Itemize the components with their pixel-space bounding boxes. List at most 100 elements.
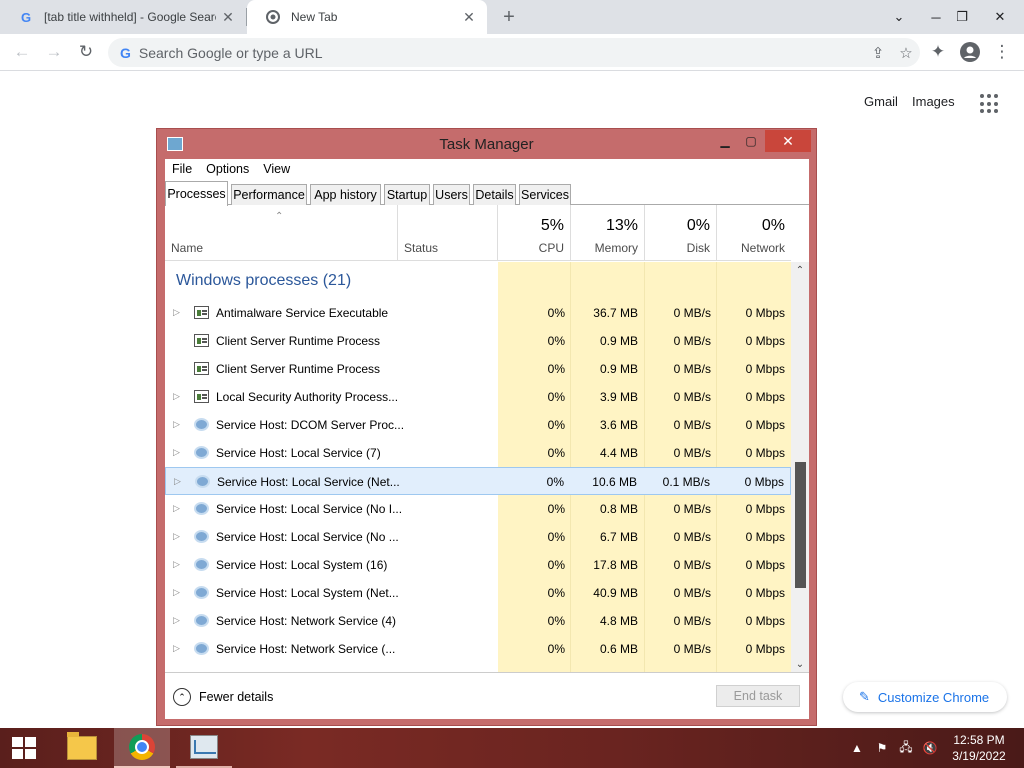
reload-icon[interactable]: ↻ <box>73 39 99 65</box>
process-cpu: 0% <box>547 418 565 432</box>
column-name[interactable]: ⌃ Name <box>165 205 398 261</box>
tray-overflow-icon[interactable]: ▲ <box>848 728 866 768</box>
process-disk: 0 MB/s <box>673 586 711 600</box>
customize-chrome-button[interactable]: ✎ Customize Chrome <box>843 682 1007 712</box>
tab-bar: Processes Performance App history Startu… <box>165 181 809 206</box>
system-clock[interactable]: 12:58 PM 3/19/2022 <box>944 732 1014 764</box>
omnibox-input[interactable] <box>138 44 864 61</box>
end-task-button[interactable]: End task <box>716 685 800 707</box>
process-row[interactable]: ▷ Service Host: Local System (16) 0% 17.8 M… <box>165 551 791 579</box>
column-label: CPU <box>538 241 564 255</box>
process-row[interactable]: ▷ Service Host: Local Service (No I... 0% 0… <box>165 495 791 523</box>
tab-search[interactable]: G [tab title withheld] - Google Search ✕ <box>0 0 246 34</box>
taskbar-task-manager[interactable] <box>176 728 232 768</box>
process-row[interactable]: ▷ Local Security Authority Process... 0% 3.… <box>165 383 791 411</box>
tab-users[interactable]: Users <box>433 184 470 205</box>
back-arrow-icon[interactable]: ← <box>9 39 35 65</box>
process-memory: 3.9 MB <box>599 390 638 404</box>
process-row[interactable]: ▷ Service Host: DCOM Server Proc... 0% 3.6 … <box>165 411 791 439</box>
expand-arrow-icon[interactable]: ▷ <box>174 476 181 487</box>
expand-arrow-icon[interactable]: ▷ <box>173 503 180 514</box>
fewer-details-button[interactable]: ⌃ Fewer details <box>173 688 273 706</box>
taskbar-chrome[interactable] <box>114 728 170 768</box>
process-row[interactable]: ▷ Service Host: Local System (Net... 0% 40.… <box>165 579 791 607</box>
start-button[interactable] <box>0 728 48 768</box>
vertical-scrollbar[interactable]: ⌃ ⌄ <box>791 262 809 672</box>
scroll-up-icon[interactable]: ⌃ <box>791 262 809 278</box>
column-memory[interactable]: 13% Memory <box>571 205 645 261</box>
process-row[interactable]: ▷ Service Host: Local Service (7) 0% 4.4 MB… <box>165 439 791 467</box>
process-row[interactable]: ▷ Service Host: Network Service (4) 0% 4.8 … <box>165 607 791 635</box>
process-row[interactable]: Client Server Runtime Process 0% 0.9 MB 0 M… <box>165 355 791 383</box>
chevron-down-icon[interactable]: ⌄ <box>883 0 915 34</box>
process-name: Service Host: Local Service (Net... <box>217 475 400 489</box>
task-manager-window: Task Manager ▁ ▢ ✕ File Options View Pro… <box>156 128 817 726</box>
close-window-icon[interactable]: ✕ <box>765 130 811 152</box>
process-disk: 0 MB/s <box>673 446 711 460</box>
expand-arrow-icon[interactable]: ▷ <box>173 307 180 318</box>
expand-arrow-icon[interactable]: ▷ <box>173 419 180 430</box>
extensions-puzzle-icon[interactable]: ✦ <box>925 39 951 65</box>
minimize-icon[interactable]: ▁ <box>713 131 737 151</box>
expand-arrow-icon[interactable]: ▷ <box>173 531 180 542</box>
menu-view[interactable]: View <box>263 162 290 176</box>
process-memory: 40.9 MB <box>593 586 638 600</box>
close-icon[interactable]: ✕ <box>457 5 481 29</box>
restore-icon[interactable]: ❐ <box>946 0 978 34</box>
network-icon[interactable]: 🖧 <box>896 728 916 768</box>
process-name: Service Host: DCOM Server Proc... <box>216 418 405 432</box>
task-manager-titlebar[interactable]: Task Manager ▁ ▢ ✕ <box>157 129 816 159</box>
google-apps-icon[interactable] <box>980 94 1000 114</box>
tab-processes[interactable]: Processes <box>165 181 228 206</box>
process-cpu: 0% <box>547 502 565 516</box>
tab-startup[interactable]: Startup <box>384 184 430 205</box>
process-row[interactable]: ▷ Antimalware Service Executable 0% 36.7 MB… <box>165 299 791 327</box>
process-row[interactable]: ▷ Service Host: Local Service (Net... 0% 10… <box>165 467 791 495</box>
process-cpu: 0% <box>547 306 565 320</box>
section-heading: Windows processes (21) <box>176 272 352 289</box>
tab-services[interactable]: Services <box>519 184 571 205</box>
action-center-flag-icon[interactable]: ⚑ <box>872 728 892 768</box>
close-window-icon[interactable]: ✕ <box>984 0 1016 34</box>
expand-arrow-icon[interactable]: ▷ <box>173 447 180 458</box>
expand-arrow-icon[interactable]: ▷ <box>173 559 180 570</box>
process-row[interactable]: ▷ Service Host: Network Service (... 0% 0.6… <box>165 635 791 663</box>
forward-arrow-icon[interactable]: → <box>41 39 67 65</box>
tab-app-history[interactable]: App history <box>310 184 381 205</box>
taskbar-file-explorer[interactable] <box>54 728 110 768</box>
process-row[interactable]: ▷ Service Host: Local Service (No ... 0% 6.… <box>165 523 791 551</box>
new-tab-button[interactable]: + <box>497 5 521 29</box>
menu-file[interactable]: File <box>172 162 192 176</box>
menu-options[interactable]: Options <box>206 162 249 176</box>
column-status[interactable]: Status <box>398 205 498 261</box>
tab-new-tab[interactable]: New Tab ✕ <box>247 0 487 34</box>
scroll-down-icon[interactable]: ⌄ <box>791 656 809 672</box>
expand-arrow-icon[interactable]: ▷ <box>173 615 180 626</box>
close-icon[interactable]: ✕ <box>216 5 240 29</box>
scroll-thumb[interactable] <box>795 462 806 588</box>
tab-performance[interactable]: Performance <box>231 184 307 205</box>
omnibox[interactable]: G ⇪ ☆ <box>108 38 920 67</box>
volume-muted-icon[interactable]: 🔇 <box>920 728 940 768</box>
tab-details[interactable]: Details <box>473 184 516 205</box>
kebab-menu-icon[interactable]: ⋮ <box>989 39 1015 65</box>
profile-avatar-icon[interactable] <box>957 39 983 65</box>
process-cpu: 0% <box>547 446 565 460</box>
column-cpu[interactable]: 5% CPU <box>498 205 571 261</box>
process-memory: 0.9 MB <box>599 362 638 376</box>
share-icon[interactable]: ⇪ <box>864 39 892 67</box>
expand-arrow-icon[interactable]: ▷ <box>173 391 180 402</box>
maximize-icon[interactable]: ▢ <box>739 131 763 151</box>
gmail-link[interactable]: Gmail <box>864 94 898 109</box>
process-cpu: 0% <box>547 614 565 628</box>
bookmark-star-icon[interactable]: ☆ <box>892 39 920 67</box>
images-link[interactable]: Images <box>912 94 955 109</box>
process-name: Service Host: Local System (Net... <box>216 586 399 600</box>
column-disk[interactable]: 0% Disk <box>645 205 717 261</box>
column-network[interactable]: 0% Network <box>717 205 791 261</box>
expand-arrow-icon[interactable]: ▷ <box>173 643 180 654</box>
process-row[interactable]: Client Server Runtime Process 0% 0.9 MB 0 M… <box>165 327 791 355</box>
service-gear-icon <box>194 530 209 543</box>
expand-arrow-icon[interactable]: ▷ <box>173 587 180 598</box>
process-cpu: 0% <box>547 390 565 404</box>
